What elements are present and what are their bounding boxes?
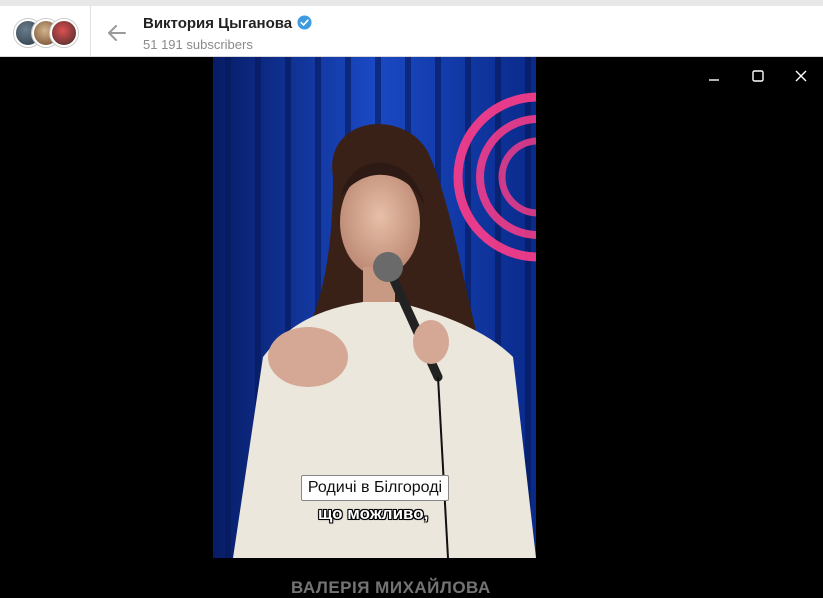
hand <box>413 320 449 364</box>
close-icon <box>795 70 807 82</box>
minimize-button[interactable] <box>701 63 727 89</box>
watermark: ВАЛЕРІЯ МИХАЙЛОВА <box>291 578 491 597</box>
channel-header: Виктория Цыганова 51 191 subscribers <box>0 0 823 57</box>
maximize-button[interactable] <box>745 63 771 89</box>
top-strip <box>0 0 823 6</box>
channel-title[interactable]: Виктория Цыганова <box>143 15 312 32</box>
media-viewer: Родичі в Білгороді що можливо, ВАЛЕРІЯ М… <box>0 57 823 597</box>
minimize-icon <box>709 79 719 81</box>
maximize-icon <box>752 70 764 82</box>
caption-overlay: що можливо, <box>318 504 429 523</box>
back-button[interactable] <box>104 20 130 46</box>
close-button[interactable] <box>788 63 814 89</box>
avatar <box>50 19 78 47</box>
subscriber-count: 51 191 subscribers <box>143 37 253 52</box>
shoulder <box>268 327 348 387</box>
caption-box: Родичі в Білгороді <box>301 475 449 501</box>
folder-pane <box>0 6 91 56</box>
verified-badge-icon <box>297 15 312 30</box>
avatar-stack[interactable] <box>14 19 78 47</box>
arrow-left-icon <box>108 25 126 41</box>
channel-title-text: Виктория Цыганова <box>143 15 293 32</box>
